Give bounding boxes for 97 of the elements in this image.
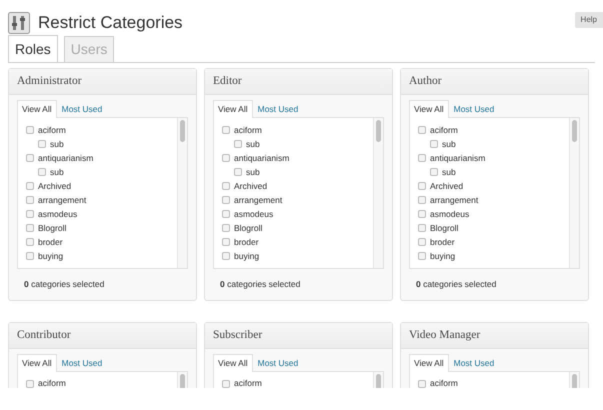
category-label: sub bbox=[246, 138, 260, 150]
checkbox[interactable] bbox=[26, 210, 34, 218]
category-label: aciform bbox=[430, 377, 458, 388]
checkbox[interactable] bbox=[418, 196, 426, 204]
category-label: arrangement bbox=[430, 194, 478, 206]
checkbox[interactable] bbox=[418, 380, 426, 388]
checkbox[interactable] bbox=[26, 252, 34, 260]
panel-title: Author bbox=[401, 69, 588, 96]
category-label: sub bbox=[50, 166, 64, 178]
scroll-thumb[interactable] bbox=[376, 120, 381, 142]
tab[interactable]: Most Used bbox=[448, 100, 500, 118]
selected-count: 0 categories selected bbox=[415, 278, 498, 291]
checkbox[interactable] bbox=[418, 238, 426, 246]
checkbox[interactable] bbox=[418, 154, 426, 162]
category-label: antiquarianism bbox=[38, 152, 94, 164]
tab[interactable]: Most Used bbox=[448, 354, 500, 372]
settings-sliders-icon bbox=[8, 12, 30, 34]
category-label: sub bbox=[50, 138, 64, 150]
tab[interactable]: View All bbox=[17, 354, 57, 372]
tab[interactable]: View All bbox=[409, 100, 449, 118]
category-label: antiquarianism bbox=[234, 152, 290, 164]
category-label: arrangement bbox=[234, 194, 282, 206]
category-label: sub bbox=[442, 138, 456, 150]
category-label: Archived bbox=[234, 180, 268, 192]
scroll-thumb[interactable] bbox=[572, 120, 577, 142]
checkbox[interactable] bbox=[222, 154, 230, 162]
category-label: Blogroll bbox=[38, 222, 66, 234]
panel-title: Video Manager bbox=[401, 322, 588, 349]
selected-count: 0 categories selected bbox=[23, 278, 106, 291]
tab[interactable]: View All bbox=[213, 354, 253, 372]
category-label: buying bbox=[38, 250, 64, 262]
tab[interactable]: Most Used bbox=[56, 100, 108, 118]
category-label: asmodeus bbox=[38, 208, 78, 220]
category-label: asmodeus bbox=[234, 208, 274, 220]
checkbox[interactable] bbox=[26, 380, 34, 388]
category-label: buying bbox=[430, 250, 456, 262]
category-label: sub bbox=[442, 166, 456, 178]
checkbox[interactable] bbox=[234, 140, 242, 148]
selected-count: 0 categories selected bbox=[219, 278, 302, 291]
tab[interactable]: View All bbox=[213, 100, 253, 118]
checkbox[interactable] bbox=[222, 380, 230, 388]
checkbox[interactable] bbox=[26, 182, 34, 190]
checkbox[interactable] bbox=[430, 168, 438, 176]
category-label: Archived bbox=[430, 180, 464, 192]
panel-title: Contributor bbox=[9, 322, 196, 349]
checkbox[interactable] bbox=[222, 182, 230, 190]
category-label: broder bbox=[430, 236, 455, 248]
checkbox[interactable] bbox=[38, 140, 46, 148]
checkbox[interactable] bbox=[222, 252, 230, 260]
checkbox[interactable] bbox=[418, 182, 426, 190]
checkbox[interactable] bbox=[430, 140, 438, 148]
panel-title: Administrator bbox=[9, 69, 196, 96]
checkbox[interactable] bbox=[222, 224, 230, 232]
tab[interactable]: View All bbox=[17, 100, 57, 118]
category-label: Archived bbox=[38, 180, 72, 192]
checkbox[interactable] bbox=[418, 126, 426, 134]
checkbox[interactable] bbox=[222, 196, 230, 204]
category-label: arrangement bbox=[38, 194, 86, 206]
category-label: aciform bbox=[234, 124, 262, 136]
checkbox[interactable] bbox=[234, 168, 242, 176]
category-label: buying bbox=[234, 250, 260, 262]
category-label: broder bbox=[38, 236, 63, 248]
tab[interactable]: Roles bbox=[8, 35, 58, 62]
checkbox[interactable] bbox=[38, 168, 46, 176]
checkbox[interactable] bbox=[418, 252, 426, 260]
checkbox[interactable] bbox=[26, 196, 34, 204]
checkbox[interactable] bbox=[26, 154, 34, 162]
tab[interactable]: Most Used bbox=[252, 100, 304, 118]
page-title: Restrict Categories bbox=[38, 12, 183, 34]
checkbox[interactable] bbox=[222, 210, 230, 218]
checkbox[interactable] bbox=[418, 224, 426, 232]
category-label: Blogroll bbox=[430, 222, 458, 234]
checkbox[interactable] bbox=[222, 126, 230, 134]
scrollbar[interactable] bbox=[373, 118, 383, 268]
help-button[interactable]: Help bbox=[574, 12, 603, 28]
category-label: Blogroll bbox=[234, 222, 262, 234]
tab[interactable]: Most Used bbox=[252, 354, 304, 372]
category-label: sub bbox=[246, 166, 260, 178]
tab[interactable]: View All bbox=[409, 354, 449, 372]
checkbox[interactable] bbox=[418, 210, 426, 218]
checkbox[interactable] bbox=[26, 126, 34, 134]
category-label: aciform bbox=[38, 124, 66, 136]
category-label: antiquarianism bbox=[430, 152, 486, 164]
scroll-thumb[interactable] bbox=[180, 120, 185, 142]
panel-title: Editor bbox=[205, 69, 392, 96]
checkbox[interactable] bbox=[26, 238, 34, 246]
category-label: broder bbox=[234, 236, 259, 248]
tab[interactable]: Most Used bbox=[56, 354, 108, 372]
checkbox[interactable] bbox=[26, 224, 34, 232]
category-label: aciform bbox=[430, 124, 458, 136]
scrollbar[interactable] bbox=[177, 118, 187, 268]
checkbox[interactable] bbox=[222, 238, 230, 246]
category-label: aciform bbox=[234, 377, 262, 388]
category-label: asmodeus bbox=[430, 208, 470, 220]
category-label: aciform bbox=[38, 377, 66, 388]
scrollbar[interactable] bbox=[569, 118, 579, 268]
panel-title: Subscriber bbox=[205, 322, 392, 349]
